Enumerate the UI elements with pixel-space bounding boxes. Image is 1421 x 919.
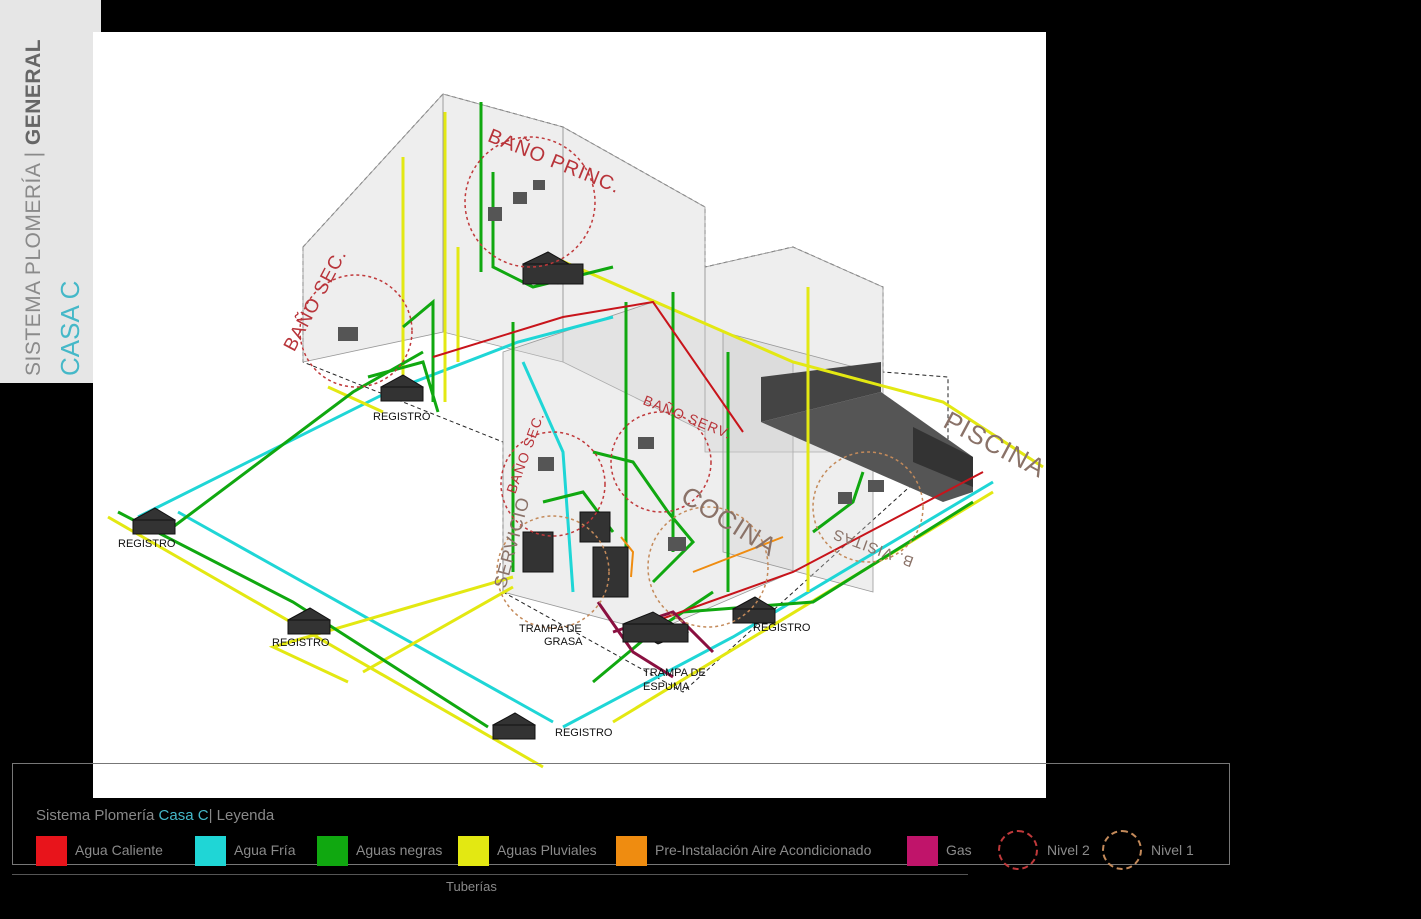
legend-label-gas: Gas (946, 842, 972, 858)
trampa-grasa-label-line2: GRASA (544, 636, 583, 648)
legend-label-ac: Pre-Instalación Aire Acondicionado (655, 842, 872, 858)
registro-label: REGISTRO (555, 727, 613, 739)
legend-label-level-2: Nivel 2 (1047, 842, 1090, 858)
legend-ring-level-2 (998, 830, 1038, 870)
legend-label-cold-water: Agua Fría (234, 842, 296, 858)
legend-label-black-water: Aguas negras (356, 842, 443, 858)
legend-swatch-hot-water (36, 836, 67, 866)
trampa-espuma-label-line1: TRAMPA DE (643, 667, 706, 679)
legend-swatch-black-water (317, 836, 348, 866)
legend-footer: Tuberías (446, 879, 497, 894)
legend-title-suffix: | Leyenda (208, 807, 275, 824)
sheet-title-light: SISTEMA PLOMERÍA (22, 163, 45, 376)
legend-label-hot-water: Agua Caliente (75, 842, 163, 858)
legend-title-accent: Casa C (158, 807, 209, 824)
legend-ring-level-1 (1102, 830, 1142, 870)
legend-swatch-rain-water (458, 836, 489, 866)
trampa-grasa-label-line1: TRAMPA DE (519, 623, 582, 635)
sheet-title-bold: GENERAL (22, 38, 45, 146)
legend-divider (12, 874, 968, 875)
legend-title: Sistema Plomería Casa C| Leyenda (36, 807, 274, 824)
legend-swatch-ac (616, 836, 647, 866)
legend-swatch-cold-water (195, 836, 226, 866)
registro-label: REGISTRO (118, 538, 176, 550)
registro-label: REGISTRO (373, 411, 431, 423)
plumbing-isometric-drawing (107, 92, 1044, 769)
sheet-subtitle: CASA C (55, 280, 85, 376)
registro-label: REGISTRO (272, 637, 330, 649)
legend-label-level-1: Nivel 1 (1151, 842, 1194, 858)
legend-title-prefix: Sistema Plomería (36, 807, 155, 824)
registro-label: REGISTRO (753, 622, 811, 634)
sheet-title-separator: | (22, 151, 45, 158)
trampa-espuma-label-line2: ESPUMA (643, 681, 690, 693)
sheet-title: SISTEMA PLOMERÍA | GENERAL (22, 39, 46, 376)
legend-swatch-gas (907, 836, 938, 866)
legend-label-rain-water: Aguas Pluviales (497, 842, 597, 858)
